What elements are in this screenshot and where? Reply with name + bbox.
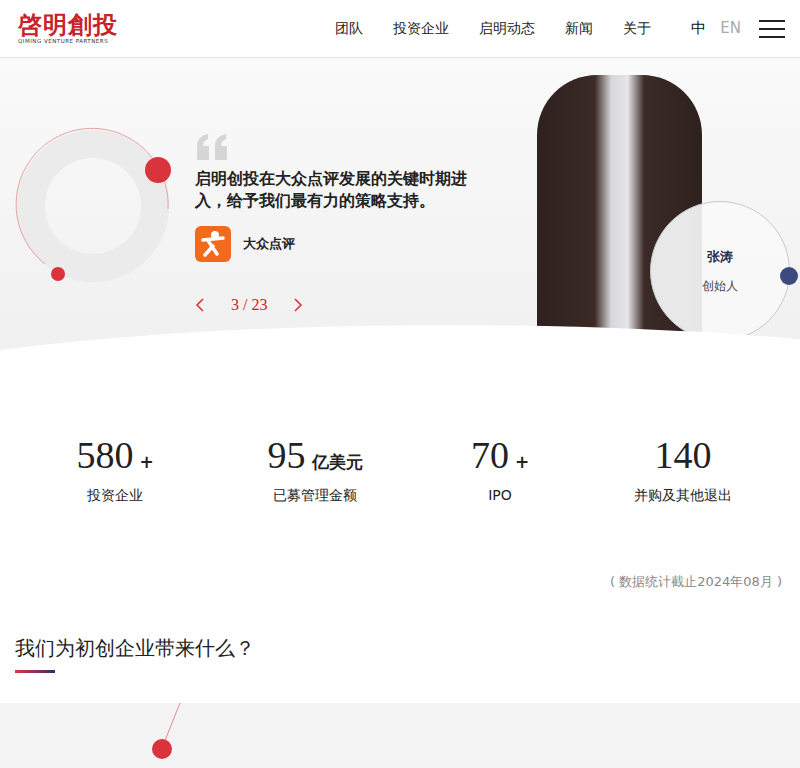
- stat-value: 95: [268, 433, 306, 477]
- pagination-text: 3 / 23: [231, 296, 267, 314]
- logo-subtitle: QIMING VENTURE PARTNERS: [18, 39, 118, 45]
- stat: 95 亿美元 已募管理金额: [230, 433, 400, 505]
- logo[interactable]: 啓明創投 QIMING VENTURE PARTNERS: [18, 13, 118, 45]
- stat: 580 + 投资企业: [0, 433, 230, 505]
- stat-label: 已募管理金额: [273, 487, 357, 505]
- stat: 140 并购及其他退出: [600, 433, 766, 505]
- stat-label: IPO: [488, 487, 512, 503]
- indicator-dot: [780, 267, 798, 285]
- quote-icon: [195, 134, 229, 160]
- nav-item[interactable]: 团队: [335, 20, 363, 38]
- company-name: 大众点评: [243, 235, 295, 253]
- stats: 580 + 投资企业95 亿美元 已募管理金额70 + IPO140 并购及其他…: [0, 355, 800, 505]
- stat-label: 并购及其他退出: [634, 487, 732, 505]
- header: 啓明創投 QIMING VENTURE PARTNERS 团队 投资企业 启明动态 新…: [0, 0, 800, 58]
- pagination: 3 / 23: [195, 296, 485, 314]
- main-nav: 团队 投资企业 启明动态 新闻 关于: [335, 20, 651, 38]
- stat-label: 投资企业: [87, 487, 143, 505]
- language-option[interactable]: EN: [720, 19, 741, 38]
- stat-suffix: +: [139, 452, 153, 472]
- logo-title: 啓明創投: [18, 13, 118, 37]
- nav-item[interactable]: 新闻: [565, 20, 593, 38]
- section-title: 我们为初创企业带来什么？: [15, 635, 800, 662]
- title-underline: [15, 670, 55, 673]
- nav-item[interactable]: 启明动态: [479, 20, 535, 38]
- decorative-dot-icon: [140, 703, 200, 763]
- stat-value: 580: [76, 433, 133, 477]
- stat-value: 140: [655, 433, 712, 477]
- stat: 70 + IPO: [400, 433, 600, 505]
- stat-suffix: +: [515, 452, 529, 472]
- stat-value: 70: [471, 433, 509, 477]
- nav-item[interactable]: 关于: [623, 20, 651, 38]
- testimonial: 启明创投在大众点评发展的关键时期进入，给予我们最有力的策略支持。 大众点评 3 …: [195, 58, 485, 314]
- page: 啓明創投 QIMING VENTURE PARTNERS 团队投资企业启明动态新…: [0, 0, 800, 768]
- decorative-ring-icon: [0, 64, 190, 304]
- person-card: 张涛 创始人: [650, 201, 790, 341]
- person-role: 创始人: [702, 278, 738, 295]
- testimonial-quote: 启明创投在大众点评发展的关键时期进入，给予我们最有力的策略支持。: [195, 168, 475, 212]
- stats-note: ( 数据统计截止2024年08月 ): [0, 573, 782, 591]
- dianping-logo-icon: [195, 226, 231, 262]
- testimonial-hero: 启明创投在大众点评发展的关键时期进入，给予我们最有力的策略支持。 大众点评 3 …: [0, 58, 800, 355]
- stat-suffix: 亿美元: [312, 451, 363, 474]
- language-switch: 中 EN: [691, 19, 741, 38]
- menu-icon[interactable]: [759, 19, 785, 39]
- nav-item[interactable]: 投资企业: [393, 20, 449, 38]
- company: 大众点评: [195, 226, 485, 262]
- person-name: 张涛: [707, 248, 733, 266]
- prev-arrow-icon[interactable]: [195, 297, 205, 313]
- services-section: [0, 703, 800, 768]
- next-arrow-icon[interactable]: [293, 297, 303, 313]
- language-option[interactable]: 中: [691, 19, 706, 38]
